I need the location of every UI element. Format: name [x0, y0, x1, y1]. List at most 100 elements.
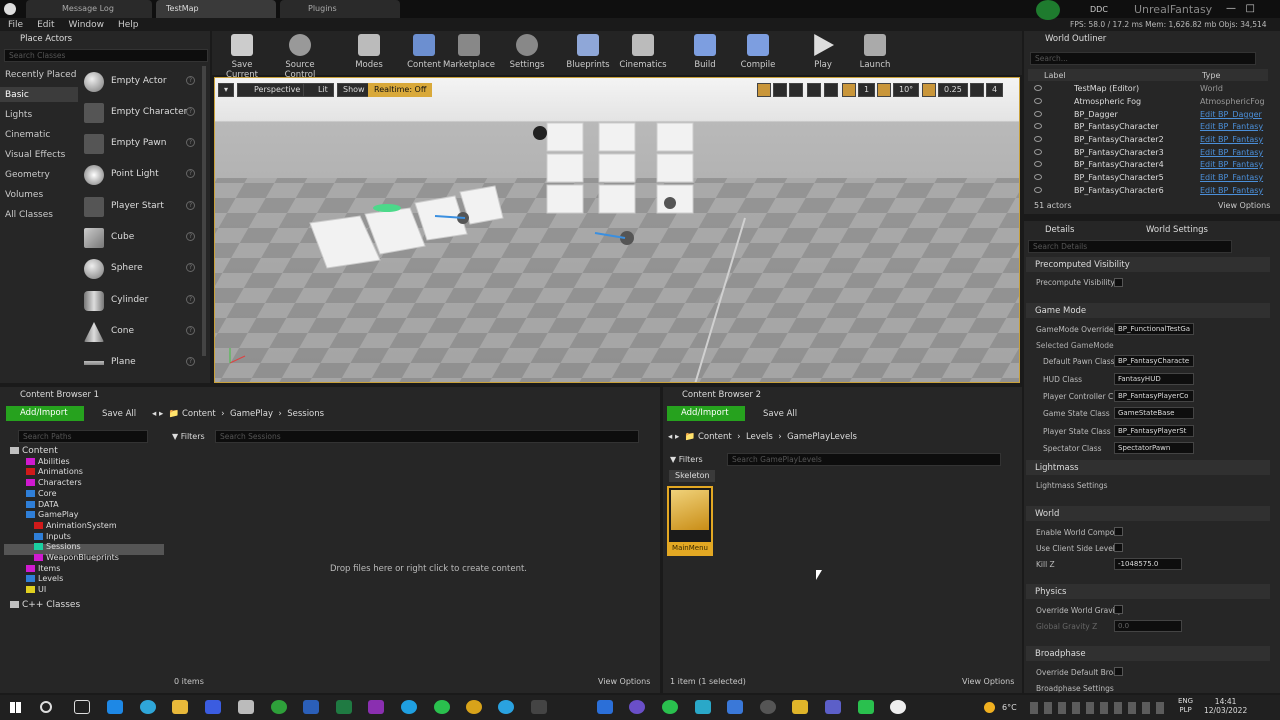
terminal-icon[interactable] — [695, 700, 711, 714]
file-explorer-icon[interactable] — [172, 700, 188, 714]
grid-size[interactable]: 1 — [858, 83, 876, 97]
blueprints-button[interactable]: Blueprints — [561, 34, 615, 70]
unreal-taskbar-icon[interactable] — [890, 700, 906, 714]
category-lights[interactable]: Lights — [5, 110, 32, 120]
actor-empty-pawn[interactable]: Empty Pawn? — [80, 130, 200, 158]
tab-message-log[interactable]: Message Log — [26, 0, 152, 18]
cb2-crumb-content[interactable]: Content — [698, 432, 732, 442]
build-button[interactable]: Build — [678, 34, 732, 70]
outliner-view-options[interactable]: View Options — [1218, 201, 1270, 210]
angle-snap-value[interactable]: 10° — [893, 83, 920, 97]
folder-tree-item[interactable]: Core — [26, 489, 57, 498]
actor-plane[interactable]: Plane? — [80, 349, 200, 377]
broadphase-settings-row[interactable]: Broadphase Settings — [1036, 684, 1114, 693]
cinematics-button[interactable]: Cinematics — [616, 34, 670, 70]
weather-temp[interactable]: 6°C — [1002, 703, 1017, 712]
grid-snap-icon[interactable] — [842, 83, 856, 97]
excel-icon[interactable] — [336, 700, 352, 714]
perspective-button[interactable]: Perspective — [237, 83, 307, 97]
xbox-icon[interactable] — [271, 700, 287, 714]
search-icon[interactable] — [40, 701, 52, 713]
folder-tree-item[interactable]: WeaponBlueprints — [34, 553, 119, 562]
viewport-options-dropdown[interactable]: ▾ — [218, 83, 235, 97]
tab-plugins[interactable]: Plugins — [280, 0, 400, 18]
folder-tree-item[interactable]: Levels — [26, 574, 63, 583]
scale-tool-icon[interactable] — [789, 83, 803, 97]
section-world[interactable]: World — [1026, 506, 1270, 521]
folder-tree-item[interactable]: DATA — [26, 500, 59, 509]
checkbox-precompute-visibility[interactable] — [1114, 278, 1123, 287]
outliner-col-type[interactable]: Type — [1202, 71, 1220, 80]
play-button[interactable]: Play — [796, 34, 850, 70]
cb1-crumb-sessions[interactable]: Sessions — [287, 409, 324, 419]
cb1-filters-button[interactable]: ▼ Filters — [172, 432, 205, 441]
dropdown-default-pawn[interactable]: BP_FantasyCharacte — [1114, 355, 1194, 367]
unity-icon[interactable] — [238, 700, 254, 714]
cb1-search-paths-input[interactable]: Search Paths — [18, 430, 148, 443]
outliner-row[interactable]: Atmospheric Fog AtmosphericFog — [1034, 96, 1270, 108]
section-physics[interactable]: Physics — [1026, 584, 1270, 599]
star-app-icon[interactable] — [792, 700, 808, 714]
outliner-row[interactable]: BP_FantasyCharacter3 Edit BP_Fantasy — [1034, 147, 1270, 159]
actor-empty-actor[interactable]: Empty Actor? — [80, 68, 200, 96]
menu-file[interactable]: File — [8, 20, 23, 30]
folder-tree-item[interactable]: Content — [10, 446, 58, 456]
window-controls[interactable]: — □ — [1226, 3, 1255, 14]
filter-chip-skeleton[interactable]: Skeleton — [669, 470, 715, 482]
skype-icon[interactable] — [401, 700, 417, 714]
camera-speed-icon[interactable] — [970, 83, 984, 97]
outliner-row[interactable]: BP_FantasyCharacter6 Edit BP_Fantasy — [1034, 185, 1270, 197]
cb1-crumb-content[interactable]: Content — [182, 409, 216, 419]
whatsapp-icon[interactable] — [434, 700, 450, 714]
realtime-button[interactable]: Realtime: Off — [368, 83, 433, 97]
tab-world-settings[interactable]: World Settings — [1146, 225, 1208, 235]
section-lightmass[interactable]: Lightmass — [1026, 460, 1270, 475]
section-broadphase[interactable]: Broadphase — [1026, 646, 1270, 661]
checkbox-enable-world-composition[interactable] — [1114, 527, 1123, 536]
translate-tool-icon[interactable] — [757, 83, 771, 97]
dropdown-gamemode-override[interactable]: BP_FunctionalTestGa — [1114, 323, 1194, 335]
obs-icon[interactable] — [760, 700, 776, 714]
cb2-save-all-button[interactable]: Save All — [763, 409, 797, 419]
lightmass-settings-row[interactable]: Lightmass Settings — [1036, 481, 1108, 490]
outliner-search-input[interactable]: Search... — [1030, 52, 1256, 65]
checkbox-override-default-broadphase[interactable] — [1114, 667, 1123, 676]
menu-help[interactable]: Help — [118, 20, 139, 30]
folder-tree-item[interactable]: Characters — [26, 478, 82, 487]
dropdown-game-state[interactable]: GameStateBase — [1114, 407, 1194, 419]
onenote-icon[interactable] — [368, 700, 384, 714]
folder-tree-item[interactable]: Sessions — [34, 542, 81, 551]
settings-button[interactable]: Settings — [500, 34, 554, 70]
app-icon[interactable] — [727, 700, 743, 714]
checkbox-override-world-gravity[interactable] — [1114, 605, 1123, 614]
level-viewport[interactable] — [214, 77, 1020, 383]
folder-tree-item[interactable]: UI — [26, 585, 46, 594]
folder-tree-item[interactable]: Inputs — [34, 532, 71, 541]
category-cinematic[interactable]: Cinematic — [5, 130, 50, 140]
folder-tree-item[interactable]: Items — [26, 564, 60, 573]
mail-app-icon[interactable] — [107, 700, 123, 714]
category-all-classes[interactable]: All Classes — [5, 210, 53, 220]
cb2-filters-button[interactable]: ▼ Filters — [670, 455, 703, 464]
telegram-icon[interactable] — [498, 700, 514, 714]
asset-tile-mainmenu[interactable]: MainMenu — [667, 486, 713, 556]
dropdown-player-state[interactable]: BP_FantasyPlayerSt — [1114, 425, 1194, 437]
category-basic[interactable]: Basic — [5, 90, 29, 100]
section-precomputed-visibility[interactable]: Precomputed Visibility — [1026, 257, 1270, 272]
cb1-add-import-button[interactable]: Add/Import — [6, 406, 84, 421]
actor-cone[interactable]: Cone? — [80, 318, 200, 346]
cb2-view-options[interactable]: View Options — [962, 677, 1014, 686]
compile-button[interactable]: Compile — [731, 34, 785, 70]
teams-icon[interactable] — [825, 700, 841, 714]
spotify-icon[interactable] — [662, 700, 678, 714]
menu-window[interactable]: Window — [69, 20, 105, 30]
epic-games-icon[interactable] — [531, 700, 547, 714]
search-classes-input[interactable]: Search Classes — [4, 49, 208, 62]
input-kill-z[interactable]: -1048575.0 — [1114, 558, 1182, 570]
word-icon[interactable] — [303, 700, 319, 714]
folder-tree-item[interactable]: GamePlay — [26, 510, 79, 519]
category-visual-effects[interactable]: Visual Effects — [5, 150, 65, 160]
menu-edit[interactable]: Edit — [37, 20, 54, 30]
folder-tree-item[interactable]: Abilities — [26, 457, 70, 466]
camera-speed-value[interactable]: 4 — [986, 83, 1004, 97]
